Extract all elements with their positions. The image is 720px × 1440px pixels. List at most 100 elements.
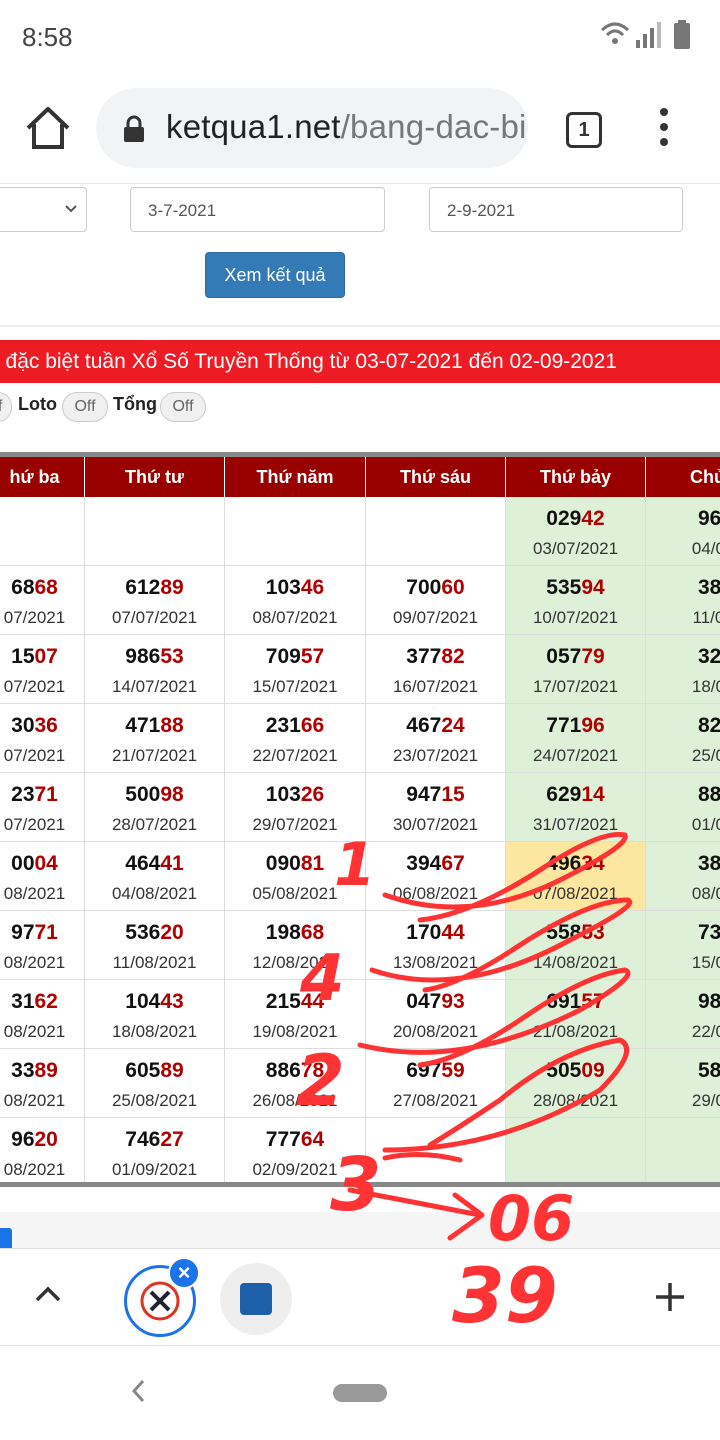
number-tail: 68 bbox=[34, 576, 58, 599]
number-tail: 36 bbox=[34, 714, 58, 737]
view-results-button[interactable]: Xem kết quả bbox=[205, 252, 345, 298]
draw-date: 26/08/2021 bbox=[252, 1091, 338, 1110]
number-head: 30 bbox=[11, 714, 35, 737]
divider bbox=[0, 325, 720, 327]
number-head: 090 bbox=[265, 852, 301, 875]
result-cell: 17044 13/08/2021 bbox=[366, 911, 506, 980]
column-header: Thứ sáu bbox=[366, 457, 506, 497]
draw-date: 19/08/2021 bbox=[252, 1022, 338, 1041]
result-cell: 70957 15/07/2021 bbox=[225, 635, 366, 704]
title-banner: g đặc biệt tuần Xổ Số Truyền Thống từ 03… bbox=[0, 340, 720, 383]
column-header: Thứ tư bbox=[85, 457, 225, 497]
status-icons bbox=[600, 20, 690, 49]
result-cell bbox=[646, 1118, 720, 1187]
toggle-first[interactable]: ff bbox=[0, 392, 12, 422]
draw-date: 23/07/2021 bbox=[392, 746, 479, 765]
number-tail: 53 bbox=[160, 645, 184, 668]
draw-date: 22/08/ bbox=[691, 1022, 720, 1041]
number-head: 33 bbox=[11, 1059, 35, 1082]
number-head: 734 bbox=[697, 921, 720, 944]
number-head: 771 bbox=[546, 714, 582, 737]
number-tail: 66 bbox=[300, 714, 325, 737]
result-cell: 823 25/07/ bbox=[646, 704, 720, 773]
draw-date: 29/08/ bbox=[691, 1091, 720, 1110]
special-prize-number: 69157 bbox=[506, 990, 645, 1014]
result-cell: 88678 26/08/2021 bbox=[225, 1049, 366, 1118]
special-prize-number: 964 bbox=[646, 507, 720, 531]
draw-date: 24/07/2021 bbox=[532, 746, 619, 765]
overflow-menu-icon[interactable] bbox=[652, 108, 676, 152]
number-tail: 44 bbox=[300, 990, 325, 1013]
draw-date: 31/07/2021 bbox=[532, 815, 619, 834]
special-prize-number: 382 bbox=[646, 576, 720, 600]
number-tail: 89 bbox=[160, 1059, 184, 1082]
draw-date: 25/07/ bbox=[691, 746, 720, 765]
result-cell: 77196 24/07/2021 bbox=[506, 704, 646, 773]
new-tab-icon[interactable] bbox=[652, 1279, 688, 1315]
special-prize-number: 587 bbox=[646, 1059, 720, 1083]
number-head: 587 bbox=[697, 1059, 720, 1082]
draw-date: 11/08/2021 bbox=[112, 953, 197, 972]
number-tail: 64 bbox=[300, 1128, 325, 1151]
site-logo-icon bbox=[240, 1283, 272, 1315]
url-host: ketqua1.net bbox=[166, 108, 341, 145]
toggle-tong[interactable]: Off bbox=[160, 392, 206, 422]
column-header: Thứ bảy bbox=[506, 457, 646, 497]
draw-date: 14/07/2021 bbox=[111, 677, 198, 696]
special-prize-number: 77196 bbox=[506, 714, 645, 738]
special-prize-number: 37782 bbox=[366, 645, 505, 669]
number-head: 215 bbox=[265, 990, 301, 1013]
special-prize-number: 53620 bbox=[85, 921, 224, 945]
result-cell: 70060 09/07/2021 bbox=[366, 566, 506, 635]
number-head: 964 bbox=[697, 507, 720, 530]
draw-date: 08/2021 bbox=[3, 953, 66, 972]
draw-date: 15/08/ bbox=[691, 953, 720, 972]
draw-date: 08/07/2021 bbox=[252, 608, 338, 627]
status-time: 8:58 bbox=[22, 22, 73, 52]
result-cell: 53620 11/08/2021 bbox=[85, 911, 225, 980]
toggle-loto[interactable]: Off bbox=[62, 392, 108, 422]
result-cell: 69759 27/08/2021 bbox=[366, 1049, 506, 1118]
number-tail: 27 bbox=[160, 1128, 184, 1151]
number-tail: 82 bbox=[441, 645, 465, 668]
draw-date: 21/07/2021 bbox=[111, 746, 198, 765]
close-tab-icon[interactable]: × bbox=[168, 1257, 200, 1289]
number-head: 198 bbox=[265, 921, 301, 944]
number-head: 700 bbox=[406, 576, 442, 599]
draw-date: 18/08/2021 bbox=[111, 1022, 198, 1041]
special-prize-number: 60589 bbox=[85, 1059, 224, 1083]
back-icon[interactable] bbox=[126, 1376, 150, 1406]
url-text: ketqua1.net/bang-dac-bi bbox=[166, 108, 527, 146]
to-date-input[interactable]: 2-9-2021 bbox=[429, 187, 683, 232]
draw-date: 10/07/2021 bbox=[532, 608, 619, 627]
number-head: 231 bbox=[265, 714, 301, 737]
draw-date: 11/07/ bbox=[692, 608, 720, 627]
tab-switcher-button[interactable]: 1 bbox=[566, 112, 602, 148]
chevron-up-icon[interactable] bbox=[32, 1279, 64, 1311]
number-head: 500 bbox=[125, 783, 161, 806]
from-date-input[interactable]: 3-7-2021 bbox=[130, 187, 385, 232]
draw-date: 05/08/2021 bbox=[252, 884, 338, 903]
tab-second[interactable] bbox=[220, 1263, 292, 1335]
result-cell: 50098 28/07/2021 bbox=[85, 773, 225, 842]
address-bar[interactable]: ketqua1.net/bang-dac-bi bbox=[96, 88, 528, 168]
number-tail: 81 bbox=[300, 852, 325, 875]
special-prize-number: 21544 bbox=[225, 990, 365, 1014]
number-head: 15 bbox=[11, 645, 35, 668]
number-head: 464 bbox=[125, 852, 161, 875]
province-select[interactable] bbox=[0, 187, 87, 232]
result-cell: 53594 10/07/2021 bbox=[506, 566, 646, 635]
number-tail: 89 bbox=[160, 576, 184, 599]
home-icon[interactable] bbox=[22, 102, 74, 154]
special-prize-number: 10443 bbox=[85, 990, 224, 1014]
result-cell: 6868 07/2021 bbox=[0, 566, 85, 635]
number-tail: 04 bbox=[34, 852, 58, 875]
number-head: 605 bbox=[125, 1059, 161, 1082]
nav-home-pill[interactable] bbox=[333, 1384, 387, 1402]
number-tail: 15 bbox=[441, 783, 465, 806]
number-tail: 89 bbox=[34, 1059, 58, 1082]
special-prize-number: 17044 bbox=[366, 921, 505, 945]
special-prize-number: 19868 bbox=[225, 921, 365, 945]
result-cell: 10443 18/08/2021 bbox=[85, 980, 225, 1049]
result-cell: 46724 23/07/2021 bbox=[366, 704, 506, 773]
